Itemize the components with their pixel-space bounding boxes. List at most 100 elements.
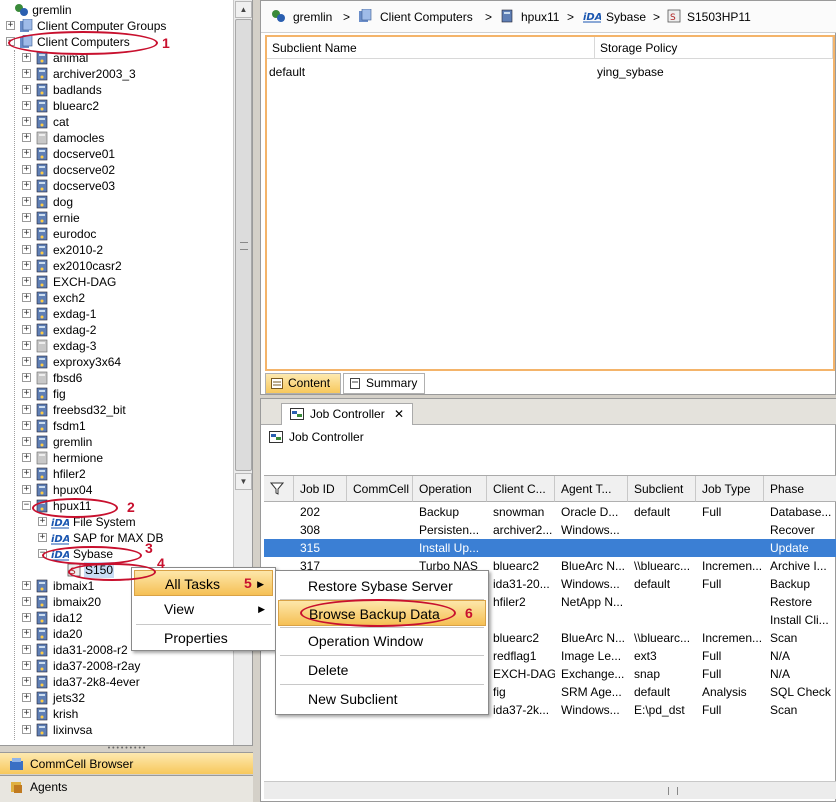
expand-icon[interactable]: + bbox=[22, 677, 31, 686]
tree-item-dog[interactable]: + dog bbox=[0, 194, 232, 210]
tree-item-exproxy3x64[interactable]: + exproxy3x64 bbox=[0, 354, 232, 370]
expand-icon[interactable]: + bbox=[22, 453, 31, 462]
tree-item-docserve02[interactable]: + docserve02 bbox=[0, 162, 232, 178]
expand-icon[interactable]: + bbox=[22, 581, 31, 590]
expand-icon[interactable]: + bbox=[22, 485, 31, 494]
expand-icon[interactable]: + bbox=[22, 245, 31, 254]
tree-item-damocles[interactable]: + damocles bbox=[0, 130, 232, 146]
expand-icon[interactable]: + bbox=[22, 85, 31, 94]
column-header-job-type[interactable]: Job Type bbox=[696, 476, 764, 502]
tree-item-eurodoc[interactable]: + eurodoc bbox=[0, 226, 232, 242]
tree-item-fsdm1[interactable]: + fsdm1 bbox=[0, 418, 232, 434]
column-header-commcell[interactable]: CommCell bbox=[347, 476, 413, 502]
expand-icon[interactable]: + bbox=[22, 197, 31, 206]
column-header-agent-t[interactable]: Agent T... bbox=[555, 476, 628, 502]
tab-job-controller[interactable]: Job Controller ✕ bbox=[281, 403, 413, 425]
column-header-subclient-name[interactable]: Subclient Name bbox=[267, 37, 595, 59]
tree-item-freebsd32-bit[interactable]: + freebsd32_bit bbox=[0, 402, 232, 418]
expand-icon[interactable]: + bbox=[38, 533, 47, 542]
menu-item-delete[interactable]: Delete bbox=[278, 657, 486, 683]
agents-button[interactable]: Agents bbox=[0, 775, 253, 802]
tree-item-file-system[interactable]: + iDA File System bbox=[0, 514, 232, 530]
expand-icon[interactable]: + bbox=[22, 341, 31, 350]
commcell-browser-button[interactable]: CommCell Browser bbox=[0, 752, 253, 774]
tree-item-exdag-2[interactable]: + exdag-2 bbox=[0, 322, 232, 338]
tree-item-jets32[interactable]: + jets32 bbox=[0, 690, 232, 706]
column-header-storage-policy[interactable]: Storage Policy bbox=[595, 37, 833, 59]
tree-item-badlands[interactable]: + badlands bbox=[0, 82, 232, 98]
tree-item-ida37-2k8-4ever[interactable]: + ida37-2k8-4ever bbox=[0, 674, 232, 690]
tree-item-ernie[interactable]: + ernie bbox=[0, 210, 232, 226]
tree-item-exch-dag[interactable]: + EXCH-DAG bbox=[0, 274, 232, 290]
tree-item-krish[interactable]: + krish bbox=[0, 706, 232, 722]
tab-summary[interactable]: Summary bbox=[343, 373, 425, 394]
expand-icon[interactable]: + bbox=[22, 357, 31, 366]
tree-item-ex2010casr2[interactable]: + ex2010casr2 bbox=[0, 258, 232, 274]
expand-icon[interactable]: + bbox=[22, 661, 31, 670]
expand-icon[interactable]: + bbox=[22, 325, 31, 334]
expand-icon[interactable]: + bbox=[22, 181, 31, 190]
tab-content[interactable]: Content bbox=[265, 373, 341, 394]
tree-item-lixinvsa[interactable]: + lixinvsa bbox=[0, 722, 232, 738]
tree-item-gremlin[interactable]: + gremlin bbox=[0, 434, 232, 450]
expand-icon[interactable]: + bbox=[22, 213, 31, 222]
breadcrumb-item-instance[interactable]: S1503HP11 bbox=[687, 9, 751, 25]
expand-icon[interactable]: + bbox=[6, 21, 15, 30]
expand-icon[interactable]: + bbox=[22, 277, 31, 286]
expand-icon[interactable]: + bbox=[22, 261, 31, 270]
expand-icon[interactable]: + bbox=[22, 229, 31, 238]
expand-icon[interactable]: + bbox=[22, 645, 31, 654]
close-tab-icon[interactable]: ✕ bbox=[394, 404, 404, 424]
breadcrumb-item-gremlin[interactable]: gremlin bbox=[293, 9, 332, 25]
expand-icon[interactable]: + bbox=[22, 597, 31, 606]
breadcrumb-item-client-computers[interactable]: Client Computers bbox=[380, 9, 473, 25]
expand-icon[interactable]: + bbox=[22, 101, 31, 110]
menu-item-restore-sybase-server[interactable]: Restore Sybase Server bbox=[278, 573, 486, 599]
expand-icon[interactable]: + bbox=[22, 293, 31, 302]
tree-item-exdag-3[interactable]: + exdag-3 bbox=[0, 338, 232, 354]
breadcrumb-item-hpux11[interactable]: hpux11 bbox=[521, 9, 559, 25]
column-header-subclient[interactable]: Subclient bbox=[628, 476, 696, 502]
expand-icon[interactable]: + bbox=[38, 517, 47, 526]
job-table-row[interactable]: 308 Persisten... archiver2... Windows... Rec… bbox=[264, 521, 836, 539]
menu-item-new-subclient[interactable]: New Subclient bbox=[278, 686, 486, 712]
tree-item-hfiler2[interactable]: + hfiler2 bbox=[0, 466, 232, 482]
tree-item-hpux04[interactable]: + hpux04 bbox=[0, 482, 232, 498]
expand-icon[interactable]: + bbox=[22, 629, 31, 638]
scroll-up-button[interactable]: ▲ bbox=[235, 1, 252, 18]
breadcrumb-item-sybase[interactable]: Sybase bbox=[606, 9, 646, 25]
tree-item-fig[interactable]: + fig bbox=[0, 386, 232, 402]
scroll-down-button[interactable]: ▼ bbox=[235, 473, 252, 490]
filter-icon[interactable] bbox=[264, 476, 294, 502]
column-header-phase[interactable]: Phase bbox=[764, 476, 836, 502]
nav-splitter[interactable]: • • • • • • • • • bbox=[0, 745, 253, 752]
storage-policy-cell[interactable]: ying_sybase bbox=[597, 64, 664, 80]
subclient-name-cell[interactable]: default bbox=[269, 64, 305, 80]
expand-icon[interactable]: + bbox=[22, 373, 31, 382]
tree-item-docserve03[interactable]: + docserve03 bbox=[0, 178, 232, 194]
expand-icon[interactable]: + bbox=[22, 709, 31, 718]
expand-icon[interactable]: + bbox=[22, 309, 31, 318]
expand-icon[interactable]: + bbox=[22, 389, 31, 398]
expand-icon[interactable]: + bbox=[22, 405, 31, 414]
expand-icon[interactable]: + bbox=[22, 437, 31, 446]
tree-item-docserve01[interactable]: + docserve01 bbox=[0, 146, 232, 162]
column-header-job-id[interactable]: Job ID bbox=[294, 476, 347, 502]
expand-icon[interactable]: + bbox=[22, 69, 31, 78]
tree-item-gremlin-root[interactable]: gremlin bbox=[0, 2, 232, 18]
expand-icon[interactable]: + bbox=[22, 149, 31, 158]
expand-icon[interactable]: + bbox=[22, 421, 31, 430]
tree-item-hermione[interactable]: + hermione bbox=[0, 450, 232, 466]
expand-icon[interactable]: + bbox=[22, 165, 31, 174]
tree-item-ida37-2008-r2ay[interactable]: + ida37-2008-r2ay bbox=[0, 658, 232, 674]
expand-icon[interactable]: + bbox=[22, 469, 31, 478]
expand-icon[interactable]: + bbox=[22, 133, 31, 142]
expand-icon[interactable]: + bbox=[22, 53, 31, 62]
tree-item-fbsd6[interactable]: + fbsd6 bbox=[0, 370, 232, 386]
job-table-horizontal-scrollbar[interactable] bbox=[264, 781, 836, 799]
expand-icon[interactable]: + bbox=[22, 725, 31, 734]
job-table-row[interactable]: 202 Backup snowman Oracle D... default Full Da… bbox=[264, 503, 836, 521]
tree-item-exch2[interactable]: + exch2 bbox=[0, 290, 232, 306]
tree-item-bluearc2[interactable]: + bluearc2 bbox=[0, 98, 232, 114]
tree-item-exdag-1[interactable]: + exdag-1 bbox=[0, 306, 232, 322]
